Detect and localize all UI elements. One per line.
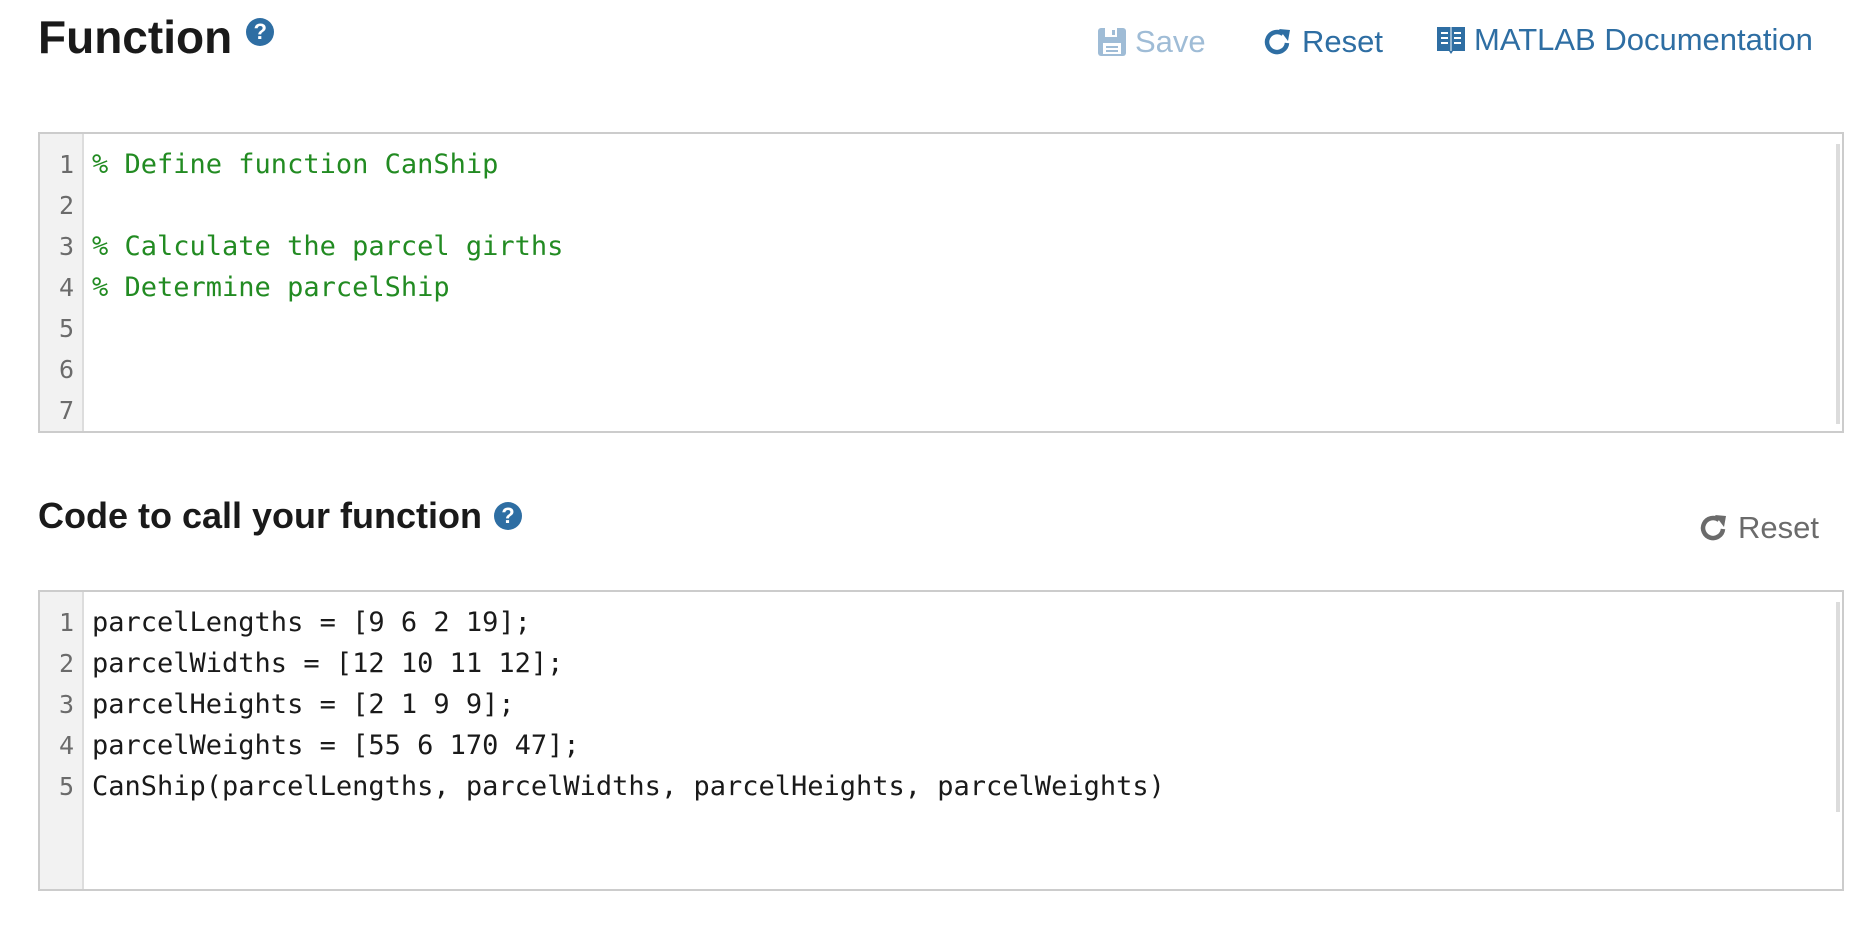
code-text[interactable] (82, 349, 92, 390)
refresh-icon (1264, 29, 1290, 55)
line-number: 4 (58, 731, 74, 760)
code-line[interactable]: 5 CanShip(parcelLengths, parcelWidths, pa… (40, 766, 1842, 807)
code-comment[interactable]: % Define function CanShip (82, 144, 498, 185)
function-section-title: Function? (38, 11, 275, 63)
line-number: 7 (58, 396, 74, 425)
save-label: Save (1135, 24, 1206, 59)
vertical-scrollbar[interactable] (1836, 602, 1840, 812)
code-text[interactable]: CanShip(parcelLengths, parcelWidths, par… (82, 766, 1165, 807)
line-number: 1 (58, 608, 74, 637)
floppy-disk-icon (1098, 28, 1126, 56)
book-icon (1437, 27, 1465, 54)
code-text[interactable]: parcelHeights = [2 1 9 9]; (82, 684, 515, 725)
line-number: 4 (58, 273, 74, 302)
code-line[interactable]: 3 % Calculate the parcel girths (40, 226, 1842, 267)
function-title-text: Function (38, 11, 233, 63)
code-line[interactable]: 6 (40, 349, 1842, 390)
vertical-scrollbar[interactable] (1836, 144, 1840, 424)
line-number: 5 (58, 772, 74, 801)
question-circle-icon[interactable]: ? (246, 18, 275, 46)
code-text[interactable] (82, 185, 92, 226)
call-section-title: Code to call your function? (38, 494, 523, 538)
code-line[interactable]: 5 (40, 308, 1842, 349)
code-line[interactable]: 7 (40, 390, 1842, 431)
function-code-lines[interactable]: 1 % Define function CanShip 2 3 % Calculate … (40, 144, 1842, 431)
reset-label: Reset (1738, 510, 1819, 545)
line-number: 3 (58, 232, 74, 261)
code-text[interactable] (82, 308, 92, 349)
code-text[interactable] (82, 390, 92, 431)
code-text[interactable]: parcelWidths = [12 10 11 12]; (82, 643, 563, 684)
line-number: 1 (58, 150, 74, 179)
code-line[interactable]: 2 parcelWidths = [12 10 11 12]; (40, 643, 1842, 684)
code-line[interactable]: 1 % Define function CanShip (40, 144, 1842, 185)
code-comment[interactable]: % Determine parcelShip (82, 267, 450, 308)
code-comment[interactable]: % Calculate the parcel girths (82, 226, 563, 267)
code-text[interactable]: parcelWeights = [55 6 170 47]; (82, 725, 580, 766)
doc-label: MATLAB Documentation (1474, 22, 1813, 57)
reset-label: Reset (1302, 24, 1383, 59)
call-title-text: Code to call your function (38, 495, 483, 536)
code-line[interactable]: 2 (40, 185, 1842, 226)
call-code-editor[interactable]: 1 parcelLengths = [9 6 2 19]; 2 parcelWidth… (38, 590, 1844, 891)
save-button[interactable]: Save (1097, 24, 1206, 60)
line-number: 5 (58, 314, 74, 343)
matlab-documentation-link[interactable]: MATLAB Documentation (1436, 22, 1813, 58)
code-text[interactable]: parcelLengths = [9 6 2 19]; (82, 602, 531, 643)
reset-function-button[interactable]: Reset (1262, 24, 1383, 60)
code-line[interactable]: 4 % Determine parcelShip (40, 267, 1842, 308)
code-line[interactable]: 3 parcelHeights = [2 1 9 9]; (40, 684, 1842, 725)
refresh-icon (1700, 515, 1726, 541)
question-circle-icon[interactable]: ? (494, 502, 523, 530)
line-number: 2 (58, 649, 74, 678)
line-number: 6 (58, 355, 74, 384)
line-number: 2 (58, 191, 74, 220)
reset-call-code-button[interactable]: Reset (1698, 510, 1819, 546)
code-line[interactable]: 4 parcelWeights = [55 6 170 47]; (40, 725, 1842, 766)
line-number: 3 (58, 690, 74, 719)
function-code-editor[interactable]: 1 % Define function CanShip 2 3 % Calculate … (38, 132, 1844, 433)
code-line[interactable]: 1 parcelLengths = [9 6 2 19]; (40, 602, 1842, 643)
call-code-lines[interactable]: 1 parcelLengths = [9 6 2 19]; 2 parcelWidth… (40, 602, 1842, 807)
